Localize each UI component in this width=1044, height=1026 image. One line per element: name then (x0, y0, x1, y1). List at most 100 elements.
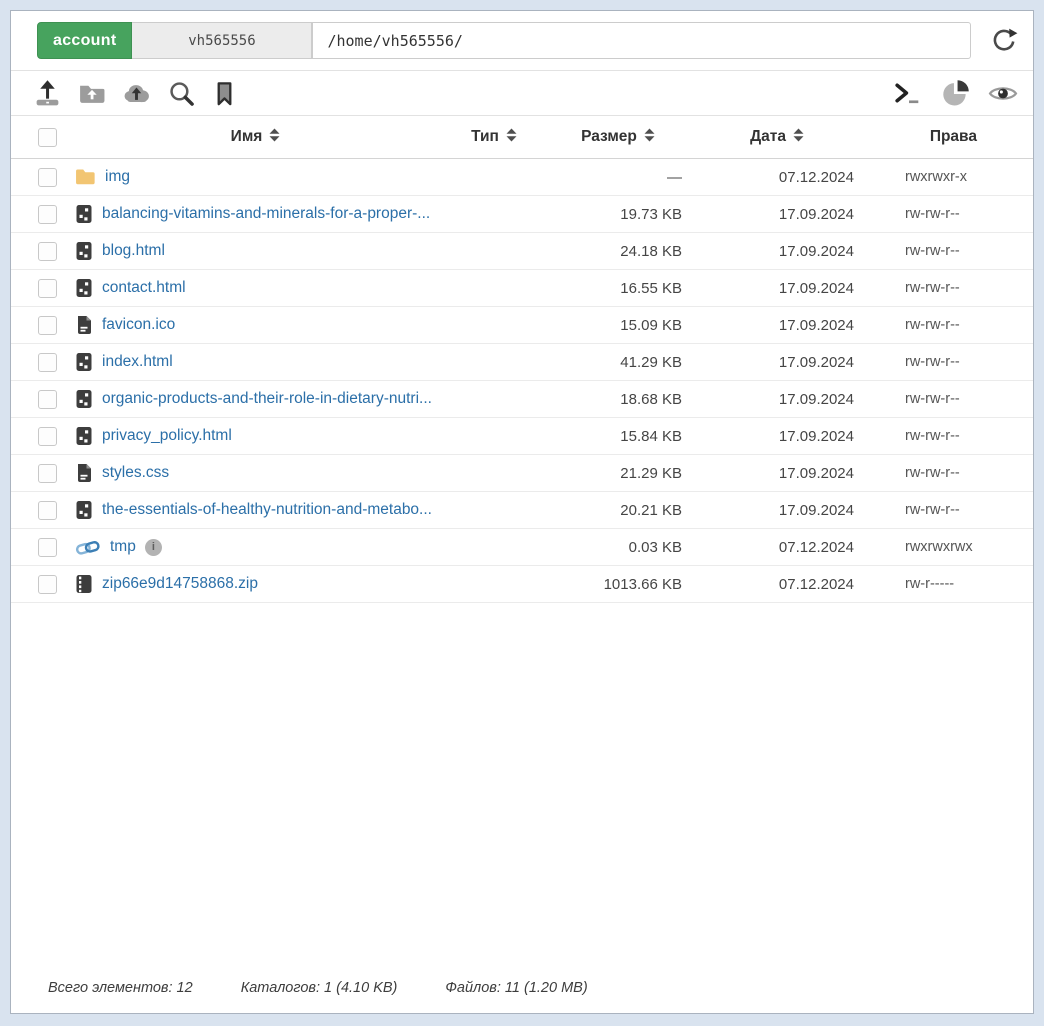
file-list: img — 07.12.2024 rwxrwxr-x balancing-vit… (11, 159, 1033, 603)
sort-icon (793, 128, 804, 147)
file-perms-cell: rw-rw-r-- (862, 280, 1033, 296)
row-checkbox[interactable] (38, 501, 57, 520)
column-header-type[interactable]: Тип (444, 128, 544, 147)
refresh-icon (989, 44, 1019, 59)
bookmark-button[interactable] (211, 79, 238, 108)
file-date-cell: 07.12.2024 (692, 169, 862, 186)
row-checkbox[interactable] (38, 575, 57, 594)
file-date-cell: 17.09.2024 (692, 502, 862, 519)
file-perms-cell: rw-rw-r-- (862, 502, 1033, 518)
file-name-link[interactable]: organic-products-and-their-role-in-dieta… (102, 390, 432, 408)
row-checkbox[interactable] (38, 390, 57, 409)
file-perms-cell: rw-rw-r-- (862, 465, 1033, 481)
table-row[interactable]: zip66e9d14758868.zip 1013.66 KB 07.12.20… (11, 566, 1033, 603)
file-name-link[interactable]: contact.html (102, 279, 186, 297)
bookmark-icon (211, 96, 238, 111)
html-file-icon (75, 278, 93, 298)
file-size-cell: 20.21 KB (544, 502, 692, 519)
row-checkbox[interactable] (38, 464, 57, 483)
table-row[interactable]: contact.html 16.55 KB 17.09.2024 rw-rw-r… (11, 270, 1033, 307)
status-bar: Всего элементов: 12 Каталогов: 1 (4.10 K… (11, 980, 1033, 1013)
file-name-link[interactable]: balancing-vitamins-and-minerals-for-a-pr… (102, 205, 430, 223)
file-name-link[interactable]: styles.css (102, 464, 169, 482)
search-icon (167, 96, 196, 111)
row-checkbox[interactable] (38, 538, 57, 557)
table-header: Имя Тип Размер Дата Права (11, 116, 1033, 159)
file-manager-panel: account vh565556 /home/vh565556/ (10, 10, 1034, 1014)
sort-icon (506, 128, 517, 147)
table-row[interactable]: favicon.ico 15.09 KB 17.09.2024 rw-rw-r-… (11, 307, 1033, 344)
file-date-cell: 17.09.2024 (692, 354, 862, 371)
toolbar (11, 71, 1033, 116)
pie-chart-icon (941, 96, 970, 111)
table-row[interactable]: img — 07.12.2024 rwxrwxr-x (11, 159, 1033, 196)
select-all-checkbox[interactable] (38, 128, 57, 147)
top-bar: account vh565556 /home/vh565556/ (11, 11, 1033, 71)
folder-icon (75, 168, 96, 187)
path-input[interactable]: /home/vh565556/ (312, 22, 971, 59)
table-row[interactable]: balancing-vitamins-and-minerals-for-a-pr… (11, 196, 1033, 233)
file-name-link[interactable]: zip66e9d14758868.zip (102, 575, 258, 593)
table-row[interactable]: organic-products-and-their-role-in-dieta… (11, 381, 1033, 418)
html-file-icon (75, 204, 93, 224)
file-perms-cell: rw-r----- (862, 576, 1033, 592)
html-file-icon (75, 389, 93, 409)
file-name-link[interactable]: tmp (110, 538, 136, 556)
file-date-cell: 17.09.2024 (692, 317, 862, 334)
file-perms-cell: rwxrwxr-x (862, 169, 1033, 185)
disk-usage-button[interactable] (941, 79, 970, 108)
folder-upload-button[interactable] (77, 79, 106, 108)
file-size-cell: 21.29 KB (544, 465, 692, 482)
account-button[interactable]: account (37, 22, 132, 59)
row-checkbox[interactable] (38, 205, 57, 224)
zip-file-icon (75, 574, 93, 594)
column-header-size[interactable]: Размер (544, 128, 692, 147)
info-badge-icon[interactable]: i (145, 539, 162, 556)
row-checkbox[interactable] (38, 427, 57, 446)
upload-icon (33, 96, 62, 111)
file-perms-cell: rw-rw-r-- (862, 243, 1033, 259)
file-perms-cell: rw-rw-r-- (862, 391, 1033, 407)
refresh-button[interactable] (989, 26, 1019, 56)
file-name-link[interactable]: blog.html (102, 242, 165, 260)
row-checkbox[interactable] (38, 353, 57, 372)
location-input-group: account vh565556 /home/vh565556/ (37, 22, 971, 59)
file-name-link[interactable]: index.html (102, 353, 173, 371)
file-name-link[interactable]: the-essentials-of-healthy-nutrition-and-… (102, 501, 432, 519)
file-perms-cell: rw-rw-r-- (862, 354, 1033, 370)
column-header-date[interactable]: Дата (692, 128, 862, 147)
table-row[interactable]: styles.css 21.29 KB 17.09.2024 rw-rw-r-- (11, 455, 1033, 492)
file-name-link[interactable]: img (105, 168, 130, 186)
file-size-cell: 0.03 KB (544, 539, 692, 556)
table-row[interactable]: index.html 41.29 KB 17.09.2024 rw-rw-r-- (11, 344, 1033, 381)
html-file-icon (75, 352, 93, 372)
html-file-icon (75, 241, 93, 261)
row-checkbox[interactable] (38, 316, 57, 335)
table-row[interactable]: the-essentials-of-healthy-nutrition-and-… (11, 492, 1033, 529)
upload-button[interactable] (33, 79, 62, 108)
file-date-cell: 07.12.2024 (692, 539, 862, 556)
file-name-link[interactable]: privacy_policy.html (102, 427, 232, 445)
file-size-cell: — (544, 169, 692, 186)
row-checkbox[interactable] (38, 168, 57, 187)
table-row[interactable]: privacy_policy.html 15.84 KB 17.09.2024 … (11, 418, 1033, 455)
view-hidden-button[interactable] (987, 79, 1019, 108)
column-header-name[interactable]: Имя (67, 128, 444, 147)
sort-icon (269, 128, 280, 147)
table-row[interactable]: blog.html 24.18 KB 17.09.2024 rw-rw-r-- (11, 233, 1033, 270)
file-name-link[interactable]: favicon.ico (102, 316, 175, 334)
terminal-button[interactable] (893, 80, 924, 107)
file-date-cell: 17.09.2024 (692, 391, 862, 408)
username-field[interactable]: vh565556 (132, 22, 312, 59)
file-perms-cell: rw-rw-r-- (862, 317, 1033, 333)
search-button[interactable] (167, 79, 196, 108)
file-size-cell: 24.18 KB (544, 243, 692, 260)
file-size-cell: 15.09 KB (544, 317, 692, 334)
table-row[interactable]: tmp i 0.03 KB 07.12.2024 rwxrwxrwx (11, 529, 1033, 566)
row-checkbox[interactable] (38, 242, 57, 261)
file-date-cell: 17.09.2024 (692, 206, 862, 223)
row-checkbox[interactable] (38, 279, 57, 298)
terminal-icon (893, 95, 924, 110)
cloud-upload-button[interactable] (121, 79, 152, 108)
html-file-icon (75, 426, 93, 446)
